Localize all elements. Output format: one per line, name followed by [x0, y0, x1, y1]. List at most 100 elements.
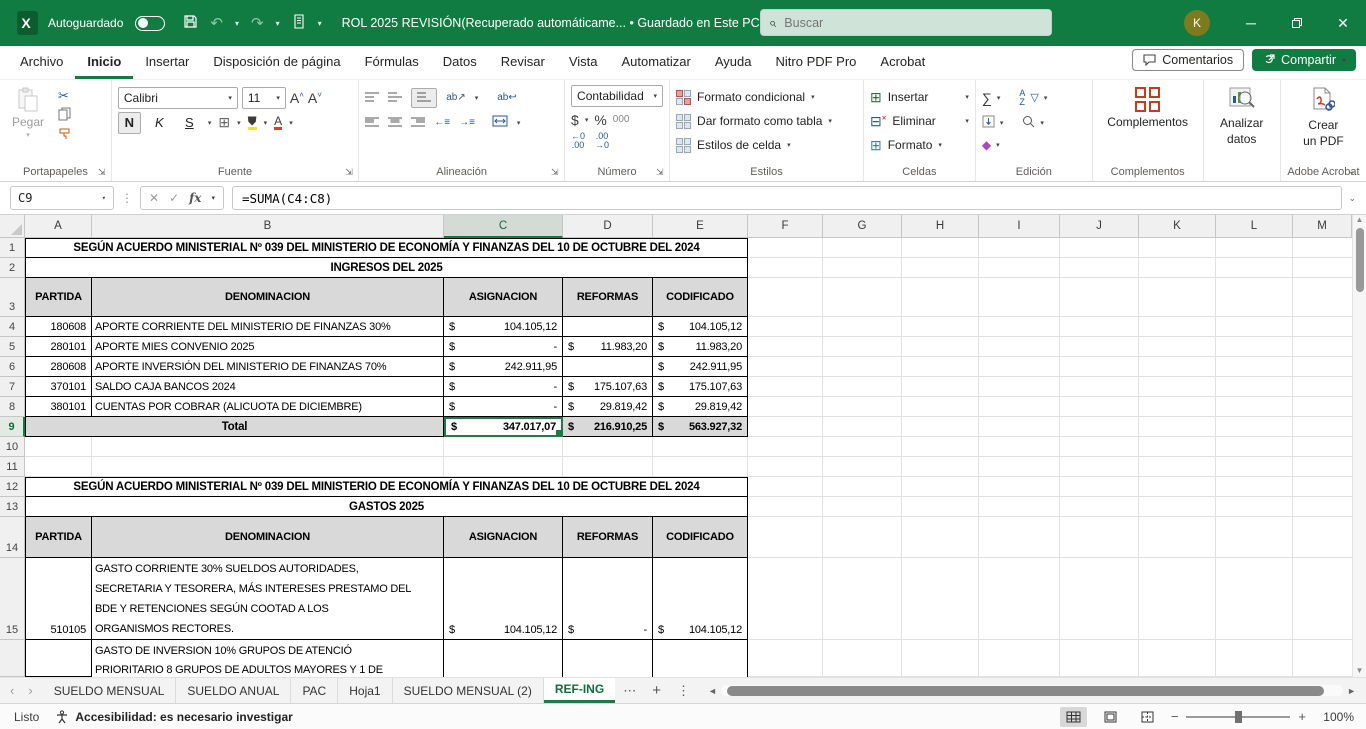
- empty-cells[interactable]: [748, 258, 1352, 278]
- wrap-text-icon[interactable]: ab↩: [497, 92, 517, 103]
- sheet-tab-hoja1[interactable]: Hoja1: [338, 678, 392, 703]
- header2-codificado[interactable]: CODIFICADO: [653, 517, 748, 558]
- fill-caret-icon[interactable]: ▾: [1000, 119, 1004, 127]
- more-sheets-icon[interactable]: ⋯: [615, 678, 644, 703]
- zoom-slider-thumb[interactable]: [1235, 711, 1242, 723]
- header-partida[interactable]: PARTIDA: [25, 278, 92, 317]
- cell-d8[interactable]: $29.819,42: [563, 397, 653, 417]
- search-box[interactable]: ⌕: [760, 9, 1052, 36]
- analyze-data-button[interactable]: Analizar datos: [1210, 85, 1274, 148]
- formula-input[interactable]: =SUMA(C4:C8): [232, 186, 1342, 210]
- cell-c8[interactable]: $-: [444, 397, 563, 417]
- sheet-next-icon[interactable]: ›: [28, 683, 32, 698]
- cancel-icon[interactable]: ✕: [149, 191, 159, 205]
- row-header-3[interactable]: 3: [0, 278, 25, 317]
- empty-cell[interactable]: [25, 457, 92, 477]
- cell-b16[interactable]: GASTO DE INVERSION 10% GRUPOS DE ATENCIÓ…: [92, 640, 444, 677]
- empty-cells[interactable]: [748, 317, 1352, 337]
- empty-cell[interactable]: [653, 437, 748, 457]
- cell-b4[interactable]: APORTE CORRIENTE DEL MINISTERIO DE FINAN…: [92, 317, 444, 337]
- sheet-tab-sueldo-anual[interactable]: SUELDO ANUAL: [176, 678, 291, 703]
- horizontal-scroll-thumb[interactable]: [727, 686, 1324, 696]
- empty-cells[interactable]: [748, 497, 1352, 517]
- tab-inicio[interactable]: Inicio: [75, 46, 133, 79]
- align-bottom-button[interactable]: [411, 88, 437, 108]
- col-header-d[interactable]: D: [563, 215, 653, 238]
- cell-c7[interactable]: $-: [444, 377, 563, 397]
- tab-revisar[interactable]: Revisar: [489, 46, 557, 79]
- underline-button[interactable]: S: [178, 112, 201, 134]
- currency-caret-icon[interactable]: ▾: [585, 116, 589, 124]
- empty-cells[interactable]: [748, 437, 1352, 457]
- cell-a16[interactable]: [25, 640, 92, 677]
- borders-icon[interactable]: ⊞: [218, 114, 230, 131]
- empty-cells[interactable]: [748, 457, 1352, 477]
- tab-formulas[interactable]: Fórmulas: [353, 46, 431, 79]
- row-header-16[interactable]: [0, 640, 25, 677]
- clear-caret-icon[interactable]: ▾: [996, 141, 1000, 149]
- italic-button[interactable]: K: [148, 112, 171, 134]
- autosum-caret-icon[interactable]: ▾: [997, 94, 1001, 102]
- col-header-b[interactable]: B: [92, 215, 444, 238]
- header2-partida[interactable]: PARTIDA: [25, 517, 92, 558]
- tab-datos[interactable]: Datos: [431, 46, 489, 79]
- scroll-up-icon[interactable]: ▲: [1356, 215, 1364, 224]
- orientation-caret-icon[interactable]: ▾: [475, 94, 479, 102]
- row-header-1[interactable]: 1: [0, 238, 25, 258]
- cell-e6[interactable]: $242.911,95: [653, 357, 748, 377]
- decrease-decimal-icon[interactable]: .00→0: [595, 132, 609, 150]
- col-header-h[interactable]: H: [902, 215, 979, 238]
- font-color-caret-icon[interactable]: ▾: [289, 119, 293, 127]
- cell-d16[interactable]: [563, 640, 653, 677]
- alignment-dialog-launcher[interactable]: ⇲: [551, 167, 561, 177]
- thousands-format-icon[interactable]: 000: [613, 114, 630, 125]
- sheet-prev-icon[interactable]: ‹: [10, 683, 14, 698]
- cell-d6[interactable]: [563, 357, 653, 377]
- cut-icon[interactable]: ✂: [58, 88, 72, 104]
- cell-a5[interactable]: 280101: [25, 337, 92, 357]
- col-header-l[interactable]: L: [1216, 215, 1293, 238]
- sheet-tab-sueldo-mensual[interactable]: SUELDO MENSUAL: [43, 678, 177, 703]
- cell-e16[interactable]: [653, 640, 748, 677]
- row-header-8[interactable]: 8: [0, 397, 25, 417]
- empty-cell[interactable]: [92, 457, 444, 477]
- create-pdf-button[interactable]: Crear un PDF: [1287, 85, 1360, 150]
- view-normal-icon[interactable]: [1060, 707, 1087, 727]
- tab-nitro-pdf[interactable]: Nitro PDF Pro: [764, 46, 869, 79]
- empty-cell[interactable]: [444, 457, 563, 477]
- insert-function-icon[interactable]: fx: [189, 191, 201, 205]
- empty-cells[interactable]: [748, 417, 1352, 437]
- comments-button[interactable]: Comentarios: [1132, 49, 1244, 71]
- merge-center-icon[interactable]: [492, 115, 508, 130]
- cell-c6[interactable]: $242.911,95: [444, 357, 563, 377]
- tab-vista[interactable]: Vista: [557, 46, 610, 79]
- header2-reformas[interactable]: REFORMAS: [563, 517, 653, 558]
- row-header-13[interactable]: 13: [0, 497, 25, 517]
- autosave-toggle[interactable]: [135, 16, 165, 31]
- fill-color-caret-icon[interactable]: ▾: [264, 119, 268, 127]
- find-select-icon[interactable]: [1022, 115, 1035, 131]
- currency-format-icon[interactable]: $: [571, 112, 579, 128]
- zoom-slider[interactable]: − +: [1171, 709, 1306, 724]
- col-header-k[interactable]: K: [1139, 215, 1216, 238]
- col-header-e[interactable]: E: [653, 215, 748, 238]
- vertical-scroll-thumb[interactable]: [1356, 228, 1364, 292]
- empty-cell[interactable]: [563, 437, 653, 457]
- sort-funnel-icon[interactable]: ▽: [1030, 91, 1038, 104]
- align-right-icon[interactable]: [411, 117, 425, 128]
- header-codificado[interactable]: CODIFICADO: [653, 278, 748, 317]
- document-title[interactable]: ROL 2025 REVISIÓN(Recuperado automáticam…: [342, 16, 772, 31]
- sort-filter-icon[interactable]: AZ: [1019, 89, 1025, 107]
- col-header-a[interactable]: A: [25, 215, 92, 238]
- paste-button[interactable]: Pegar ▾: [6, 85, 50, 143]
- find-caret-icon[interactable]: ▾: [1040, 119, 1044, 127]
- collapse-ribbon-icon[interactable]: ⌄: [1348, 166, 1356, 177]
- cell-e4[interactable]: $104.105,12: [653, 317, 748, 337]
- empty-cells[interactable]: [748, 397, 1352, 417]
- cell-a7[interactable]: 370101: [25, 377, 92, 397]
- row-header-5[interactable]: 5: [0, 337, 25, 357]
- name-box[interactable]: C9 ▾: [10, 186, 114, 210]
- tab-archivo[interactable]: Archivo: [8, 46, 75, 79]
- align-top-icon[interactable]: [365, 92, 379, 103]
- font-name-select[interactable]: Calibri▾: [118, 87, 238, 109]
